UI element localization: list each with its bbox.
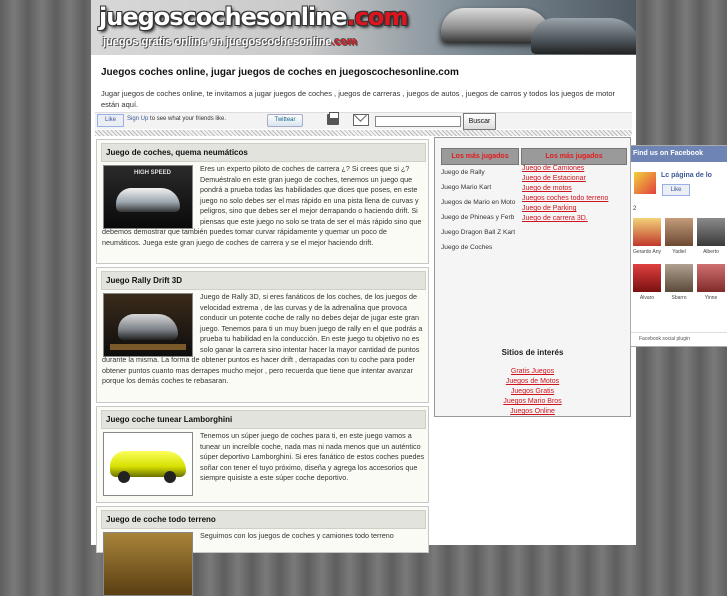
game-card-description-wrap: Eres un experto piloto de coches de carr… [102, 164, 425, 248]
game-card-description-wrap: Seguimos con los juegos de coches y cami… [102, 531, 425, 593]
game-card-description-wrap: Tenemos un súper juego de coches para ti… [102, 431, 425, 493]
fan-avatar[interactable] [633, 218, 661, 246]
facebook-page-logo[interactable] [634, 172, 656, 194]
most-played-header-b: Los más jugados [521, 148, 627, 165]
facebook-signup-suffix: to see what your friends like. [148, 116, 227, 122]
list-item[interactable]: Juego de Estacionar [522, 174, 627, 184]
game-card-title[interactable]: Juego de coche todo terreno [106, 515, 216, 524]
list-item[interactable]: Juego Mario Kart [441, 183, 519, 192]
site-link[interactable]: Gratis Juegos [435, 367, 630, 377]
sites-of-interest-title: Sitios de interés [501, 348, 564, 357]
game-card: Juego coche tunear Lamborghini Tenemos u… [96, 406, 429, 503]
site-link[interactable]: Juegos Gratis [435, 387, 630, 397]
page-container: juegoscochesonline.com juegos gratis onl… [91, 0, 636, 596]
site-link[interactable]: Juegos Mario Bros [435, 397, 630, 407]
twitter-button[interactable]: Twittear [267, 114, 303, 127]
list-item[interactable]: Juego de carrera 3D. [522, 214, 627, 224]
fan-name[interactable]: Alvaro [632, 295, 662, 301]
game-card-title[interactable]: Juego de coches, quema neumáticos [106, 148, 248, 157]
game-card-header[interactable]: Juego de coches, quema neumáticos [101, 143, 426, 162]
fan-name[interactable]: Yadiel [664, 249, 694, 255]
game-card-description-wrap: Juego de Rally 3D, si eres fanáticos de … [102, 292, 425, 387]
most-played-list-a: Juego de Rally Juego Mario Kart Juegos d… [441, 168, 519, 258]
game-card: Juego de coche todo terreno Seguimos con… [96, 506, 429, 596]
game-card: Juego Rally Drift 3D Juego de Rally 3D, … [96, 267, 429, 403]
game-card-header[interactable]: Juego coche tunear Lamborghini [101, 410, 426, 429]
site-tagline: juegos gratis online en juegoscochesonli… [103, 36, 357, 48]
search-input[interactable] [375, 116, 461, 127]
facebook-like-button[interactable]: Like [97, 114, 124, 127]
facebook-signup-link[interactable]: Sign Up [127, 116, 148, 122]
tagline-text: juegos gratis online en juegoscochesonli… [103, 36, 332, 48]
game-card: Juego de coches, quema neumáticos HIGH S… [96, 139, 429, 264]
fan-name[interactable]: Alberto [696, 249, 726, 255]
site-link[interactable]: Juegos de Motos [435, 377, 630, 387]
fan-name[interactable]: Sbarro [664, 295, 694, 301]
most-played-header-a: Los más jugados [441, 148, 519, 165]
game-card-description: Tenemos un súper juego de coches para ti… [200, 431, 425, 482]
list-item[interactable]: Juego de Coches [441, 243, 519, 252]
sidebar: Los más jugados Los más jugados Juego de… [434, 137, 631, 417]
game-card-header[interactable]: Juego de coche todo terreno [101, 510, 426, 529]
list-item[interactable]: Juego de Phineas y Ferb [441, 213, 519, 222]
fan-avatar[interactable] [665, 218, 693, 246]
game-card-title[interactable]: Juego coche tunear Lamborghini [106, 415, 232, 424]
site-link[interactable]: Juegos Online [435, 407, 630, 417]
facebook-panel-like-button[interactable]: Like [662, 184, 690, 196]
game-card-header[interactable]: Juego Rally Drift 3D [101, 271, 426, 290]
list-item[interactable]: Juego de Parking [522, 204, 627, 214]
list-item[interactable]: Juego de Rally [441, 168, 519, 177]
most-played-list-b: Juego de Camiones Juego de Estacionar Ju… [522, 164, 627, 224]
banner-car-image-2 [531, 18, 636, 54]
facebook-fan-count: 2 [633, 206, 637, 212]
facebook-panel: Find us on Facebook Lc página de lo Like… [630, 145, 727, 347]
email-icon[interactable] [353, 114, 369, 126]
print-icon[interactable] [327, 112, 339, 125]
page-title: Juegos coches online, jugar juegos de co… [101, 67, 459, 78]
facebook-page-name[interactable]: Lc página de lo [661, 172, 712, 179]
fan-avatar[interactable] [697, 264, 725, 292]
social-bar: Like Sign Up to see what your friends li… [95, 112, 632, 130]
facebook-signup-text: Sign Up to see what your friends like. [127, 116, 226, 122]
site-logo-tld: .com [346, 3, 409, 31]
list-item[interactable]: Juegos de Mario en Moto [441, 198, 519, 207]
intro-text: Jugar juegos de coches online, te invita… [101, 89, 616, 109]
divider-stripe [95, 130, 632, 136]
list-item[interactable]: Juego de Camiones [522, 164, 627, 174]
site-banner[interactable]: juegoscochesonline.com juegos gratis onl… [91, 0, 636, 55]
fan-avatar[interactable] [665, 264, 693, 292]
fan-avatar[interactable] [697, 218, 725, 246]
tagline-tld: .com [331, 36, 358, 48]
site-logo-text: juegoscochesonline [99, 3, 348, 31]
game-card-description: Seguimos con los juegos de coches y cami… [200, 531, 394, 540]
facebook-panel-header: Find us on Facebook [631, 146, 727, 162]
fan-name[interactable]: Gerardo Any [632, 249, 662, 255]
site-logo[interactable]: juegoscochesonline.com [99, 3, 409, 31]
list-item[interactable]: Juego de motos [522, 184, 627, 194]
list-item[interactable]: Juegos coches todo terreno [522, 194, 627, 204]
game-card-title[interactable]: Juego Rally Drift 3D [106, 276, 182, 285]
list-item[interactable]: Juego Dragon Ball Z Kart [441, 228, 519, 237]
search-button[interactable]: Buscar [463, 113, 496, 130]
sites-of-interest-list: Gratis Juegos Juegos de Motos Juegos Gra… [435, 367, 630, 417]
fan-avatar[interactable] [633, 264, 661, 292]
fan-name[interactable]: Yinne [696, 295, 726, 301]
facebook-plugin-footer: Facebook social plugin [631, 332, 727, 345]
